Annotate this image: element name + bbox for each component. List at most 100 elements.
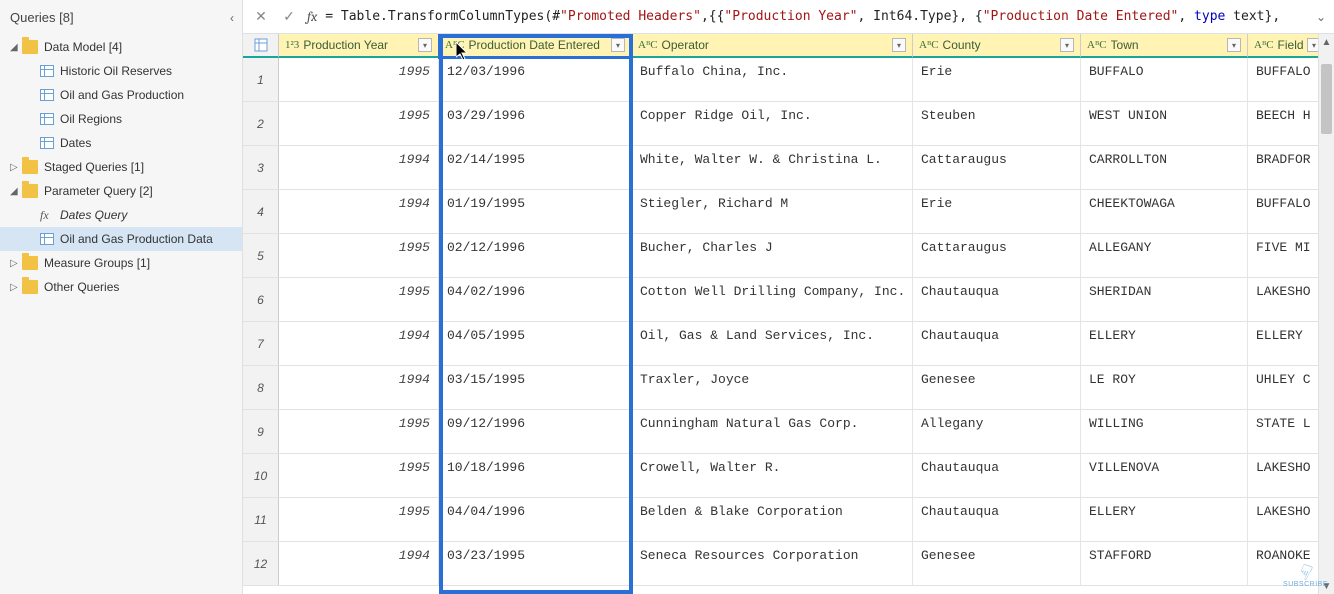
cell-town[interactable]: BUFFALO bbox=[1081, 58, 1248, 101]
column-header-op[interactable]: AᴮCOperator▾ bbox=[632, 34, 913, 58]
tree-group[interactable]: ◢Parameter Query [2] bbox=[0, 179, 242, 203]
row-number[interactable]: 12 bbox=[243, 542, 279, 585]
cell-cty[interactable]: Chautauqua bbox=[913, 498, 1081, 541]
cell-date[interactable]: 12/03/1996 bbox=[439, 58, 632, 101]
cell-op[interactable]: Traxler, Joyce bbox=[632, 366, 913, 409]
cell-field[interactable]: UHLEY C bbox=[1248, 366, 1328, 409]
tree-item[interactable]: Oil and Gas Production Data bbox=[0, 227, 242, 251]
cell-town[interactable]: ELLERY bbox=[1081, 322, 1248, 365]
column-header-town[interactable]: AᴮCTown▾ bbox=[1081, 34, 1248, 58]
cell-field[interactable]: BEECH H bbox=[1248, 102, 1328, 145]
row-number[interactable]: 11 bbox=[243, 498, 279, 541]
cell-date[interactable]: 03/15/1995 bbox=[439, 366, 632, 409]
table-row[interactable]: 6199504/02/1996Cotton Well Drilling Comp… bbox=[243, 278, 1334, 322]
scroll-up-icon[interactable]: ▲ bbox=[1319, 34, 1334, 50]
cell-op[interactable]: Oil, Gas & Land Services, Inc. bbox=[632, 322, 913, 365]
row-number[interactable]: 5 bbox=[243, 234, 279, 277]
table-row[interactable]: 12199403/23/1995Seneca Resources Corpora… bbox=[243, 542, 1334, 586]
cell-town[interactable]: STAFFORD bbox=[1081, 542, 1248, 585]
caret-down-icon[interactable]: ◢ bbox=[10, 42, 22, 53]
cell-town[interactable]: CARROLLTON bbox=[1081, 146, 1248, 189]
cell-date[interactable]: 04/05/1995 bbox=[439, 322, 632, 365]
table-row[interactable]: 1199512/03/1996Buffalo China, Inc.ErieBU… bbox=[243, 58, 1334, 102]
row-number[interactable]: 8 bbox=[243, 366, 279, 409]
table-row[interactable]: 10199510/18/1996Crowell, Walter R.Chauta… bbox=[243, 454, 1334, 498]
row-number[interactable]: 6 bbox=[243, 278, 279, 321]
cell-op[interactable]: Stiegler, Richard M bbox=[632, 190, 913, 233]
cell-field[interactable]: BUFFALO bbox=[1248, 190, 1328, 233]
cell-op[interactable]: Bucher, Charles J bbox=[632, 234, 913, 277]
row-number[interactable]: 1 bbox=[243, 58, 279, 101]
cell-field[interactable]: LAKESHO bbox=[1248, 454, 1328, 497]
cell-date[interactable]: 09/12/1996 bbox=[439, 410, 632, 453]
cell-cty[interactable]: Allegany bbox=[913, 410, 1081, 453]
cell-date[interactable]: 01/19/1995 bbox=[439, 190, 632, 233]
cell-op[interactable]: Copper Ridge Oil, Inc. bbox=[632, 102, 913, 145]
table-row[interactable]: 5199502/12/1996Bucher, Charles JCattarau… bbox=[243, 234, 1334, 278]
tree-item[interactable]: Oil Regions bbox=[0, 107, 242, 131]
caret-right-icon[interactable]: ▷ bbox=[10, 162, 22, 173]
cell-cty[interactable]: Cattaraugus bbox=[913, 234, 1081, 277]
caret-right-icon[interactable]: ▷ bbox=[10, 258, 22, 269]
column-header-field[interactable]: AᴮCField▾ bbox=[1248, 34, 1328, 58]
column-filter-dropdown[interactable]: ▾ bbox=[1060, 38, 1074, 52]
table-row[interactable]: 9199509/12/1996Cunningham Natural Gas Co… bbox=[243, 410, 1334, 454]
cell-town[interactable]: LE ROY bbox=[1081, 366, 1248, 409]
column-filter-dropdown[interactable]: ▾ bbox=[1227, 38, 1241, 52]
cell-town[interactable]: SHERIDAN bbox=[1081, 278, 1248, 321]
collapse-pane-icon[interactable]: ‹ bbox=[230, 11, 234, 25]
cell-year[interactable]: 1994 bbox=[279, 366, 439, 409]
commit-formula-button[interactable]: ✓ bbox=[279, 7, 299, 27]
text-type-icon[interactable]: AᴮC bbox=[919, 39, 939, 51]
cell-year[interactable]: 1995 bbox=[279, 454, 439, 497]
column-header-year[interactable]: 1²3Production Year▾ bbox=[279, 34, 439, 58]
row-number[interactable]: 10 bbox=[243, 454, 279, 497]
row-number[interactable]: 3 bbox=[243, 146, 279, 189]
text-type-icon[interactable]: AᴮC bbox=[1254, 39, 1274, 51]
select-all-corner[interactable] bbox=[243, 34, 279, 58]
cell-op[interactable]: Cotton Well Drilling Company, Inc. bbox=[632, 278, 913, 321]
cell-op[interactable]: Buffalo China, Inc. bbox=[632, 58, 913, 101]
text-type-icon[interactable]: AᴮC bbox=[445, 39, 465, 51]
cell-town[interactable]: CHEEKTOWAGA bbox=[1081, 190, 1248, 233]
tree-group[interactable]: ▷Measure Groups [1] bbox=[0, 251, 242, 275]
expand-formula-icon[interactable]: ⌄ bbox=[1316, 10, 1326, 24]
tree-item[interactable]: Historic Oil Reserves bbox=[0, 59, 242, 83]
formula-text[interactable]: = Table.TransformColumnTypes(#"Promoted … bbox=[325, 9, 1308, 24]
text-type-icon[interactable]: AᴮC bbox=[638, 39, 658, 51]
cell-op[interactable]: Crowell, Walter R. bbox=[632, 454, 913, 497]
cell-cty[interactable]: Erie bbox=[913, 190, 1081, 233]
cell-cty[interactable]: Cattaraugus bbox=[913, 146, 1081, 189]
cell-cty[interactable]: Chautauqua bbox=[913, 278, 1081, 321]
cell-town[interactable]: WILLING bbox=[1081, 410, 1248, 453]
cell-date[interactable]: 02/14/1995 bbox=[439, 146, 632, 189]
row-number[interactable]: 7 bbox=[243, 322, 279, 365]
cell-field[interactable]: LAKESHO bbox=[1248, 498, 1328, 541]
column-header-cty[interactable]: AᴮCCounty▾ bbox=[913, 34, 1081, 58]
tree-item[interactable]: Dates bbox=[0, 131, 242, 155]
cell-year[interactable]: 1995 bbox=[279, 498, 439, 541]
cell-year[interactable]: 1995 bbox=[279, 410, 439, 453]
column-filter-dropdown[interactable]: ▾ bbox=[418, 38, 432, 52]
tree-group[interactable]: ▷Other Queries bbox=[0, 275, 242, 299]
cell-year[interactable]: 1994 bbox=[279, 542, 439, 585]
fx-icon[interactable]: fx bbox=[307, 8, 317, 25]
text-type-icon[interactable]: AᴮC bbox=[1087, 39, 1107, 51]
cell-year[interactable]: 1995 bbox=[279, 278, 439, 321]
cell-year[interactable]: 1994 bbox=[279, 146, 439, 189]
cell-town[interactable]: ALLEGANY bbox=[1081, 234, 1248, 277]
cell-town[interactable]: VILLENOVA bbox=[1081, 454, 1248, 497]
tree-item[interactable]: fxDates Query bbox=[0, 203, 242, 227]
cell-field[interactable]: LAKESHO bbox=[1248, 278, 1328, 321]
tree-item[interactable]: Oil and Gas Production bbox=[0, 83, 242, 107]
row-number[interactable]: 9 bbox=[243, 410, 279, 453]
cell-field[interactable]: ELLERY bbox=[1248, 322, 1328, 365]
cancel-formula-button[interactable]: ✕ bbox=[251, 7, 271, 27]
table-row[interactable]: 8199403/15/1995Traxler, JoyceGeneseeLE R… bbox=[243, 366, 1334, 410]
number-type-icon[interactable]: 1²3 bbox=[285, 39, 299, 51]
column-filter-dropdown[interactable]: ▾ bbox=[611, 38, 625, 52]
cell-year[interactable]: 1994 bbox=[279, 190, 439, 233]
cell-cty[interactable]: Chautauqua bbox=[913, 322, 1081, 365]
row-number[interactable]: 4 bbox=[243, 190, 279, 233]
caret-right-icon[interactable]: ▷ bbox=[10, 282, 22, 293]
